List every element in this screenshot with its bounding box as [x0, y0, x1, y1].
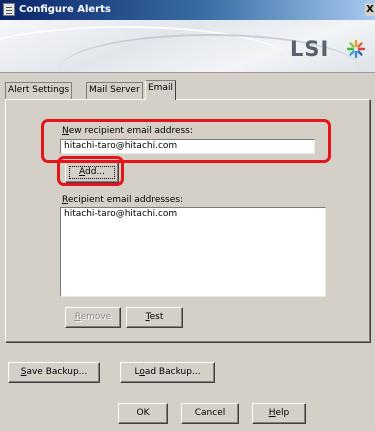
save-backup-button[interactable]: Save Backup... [8, 362, 100, 383]
ok-button[interactable]: OK [118, 403, 168, 424]
title-bar: Configure Alerts X [0, 0, 375, 20]
brand-banner: LSI [0, 20, 375, 73]
new-recipient-email-input[interactable]: hitachi-taro@hitachi.com [60, 139, 315, 154]
tab-email[interactable]: Email [145, 80, 176, 100]
remove-button: Remove [65, 307, 121, 328]
recipient-email-list[interactable]: hitachi-taro@hitachi.com [60, 207, 326, 297]
app-icon [3, 3, 15, 16]
load-backup-button[interactable]: Load Backup... [120, 362, 215, 383]
lsi-star-icon [346, 39, 366, 59]
window-title: Configure Alerts [19, 4, 111, 15]
list-item[interactable]: hitachi-taro@hitachi.com [61, 208, 325, 220]
help-button[interactable]: Help [252, 403, 306, 424]
close-button[interactable]: X [365, 3, 375, 16]
recipients-label: Recipient email addresses: [62, 195, 183, 205]
add-button[interactable]: Add... [65, 162, 119, 183]
brand-logo: LSI [290, 37, 330, 61]
tab-mail-server[interactable]: Mail Server [86, 82, 143, 99]
test-button[interactable]: Test [126, 307, 183, 328]
cancel-button[interactable]: Cancel [181, 403, 239, 424]
new-recipient-label: New recipient email address: [62, 126, 193, 136]
tab-alert-settings[interactable]: Alert Settings [5, 82, 73, 99]
